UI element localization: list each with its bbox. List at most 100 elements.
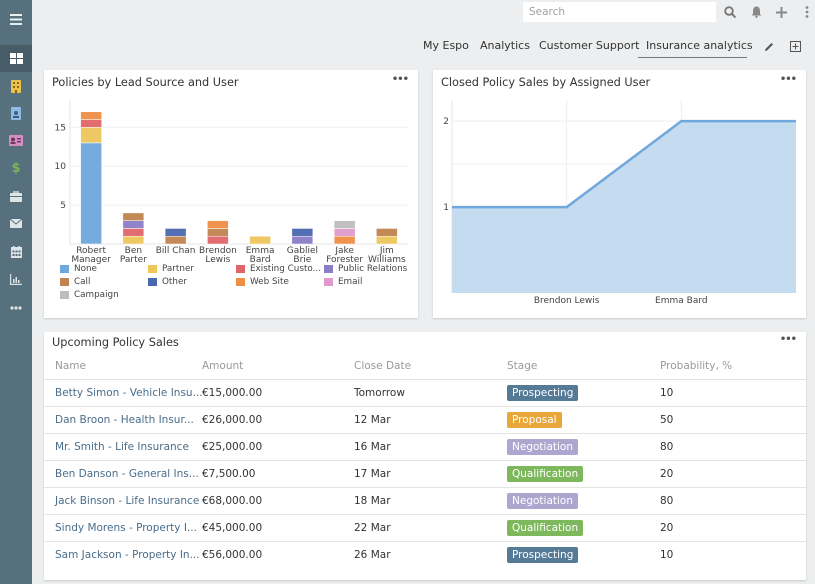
tab-customer-support[interactable]: Customer Support <box>539 39 639 52</box>
legend-item[interactable]: Web Site <box>236 277 289 287</box>
tab-analytics[interactable]: Analytics <box>480 39 530 52</box>
legend-label: None <box>74 264 97 274</box>
legend-label: Web Site <box>250 277 289 287</box>
menu-button[interactable] <box>802 3 812 21</box>
opportunity-name-link[interactable]: Betty Simon - Vehicle Insu... <box>44 378 202 406</box>
table-row: Betty Simon - Vehicle Insu... €15,000.00 T… <box>44 378 806 406</box>
y-tick-label: 2 <box>443 117 449 127</box>
legend-label: Other <box>162 277 187 287</box>
probability-cell: 10 <box>660 378 806 406</box>
calendar-icon <box>10 245 22 258</box>
tab-my-espo[interactable]: My Espo <box>423 39 469 52</box>
opportunity-name-link[interactable]: Mr. Smith - Life Insurance <box>44 432 202 460</box>
legend-item[interactable]: Campaign <box>60 290 119 300</box>
legend-item[interactable]: Other <box>148 277 187 287</box>
opportunities-table: Name Amount Close Date Stage Probability… <box>44 353 806 568</box>
bar-segment <box>376 235 398 245</box>
briefcase-icon <box>10 191 22 202</box>
legend-item[interactable]: Partner <box>148 264 194 274</box>
stage-badge: Negotiation <box>507 492 578 509</box>
bar-segment <box>291 228 314 237</box>
add-box-icon <box>789 40 801 52</box>
sidebar-item-contacts[interactable] <box>0 100 32 127</box>
column-header-name: Name <box>55 359 86 372</box>
bar-segment <box>122 220 145 229</box>
amount-cell: €56,000.00 <box>202 540 354 568</box>
bar-segment <box>207 228 229 237</box>
table-row: Mr. Smith - Life Insurance €25,000.00 16 M… <box>44 432 806 460</box>
search-input[interactable] <box>523 2 716 22</box>
sidebar-item-dashboard[interactable] <box>0 45 32 72</box>
stage-badge: Prospecting <box>507 546 579 563</box>
sidebar-toggle[interactable] <box>0 6 32 33</box>
opportunity-name-link[interactable]: Sindy Morens - Property I... <box>44 513 202 541</box>
bar-segment <box>80 127 102 144</box>
x-tick-label: Lewis <box>205 255 230 265</box>
legend-swatch <box>60 278 69 286</box>
stage-cell: Proposal <box>507 405 660 433</box>
column-header-amount: Amount <box>202 359 244 372</box>
sidebar-item-calendar[interactable] <box>0 238 32 265</box>
bar-segment <box>376 228 398 237</box>
probability-cell: 20 <box>660 513 806 541</box>
probability-cell: 80 <box>660 432 806 460</box>
bar-segment <box>164 228 187 237</box>
amount-cell: €45,000.00 <box>202 513 354 541</box>
tab-insurance-analytics[interactable]: Insurance analytics <box>646 39 753 52</box>
sidebar-item-leads[interactable] <box>0 127 32 154</box>
dashlet-upcoming-policy-sales: Upcoming Policy Sales ••• Name Amount Cl… <box>44 332 806 580</box>
legend-label: Campaign <box>74 290 119 300</box>
table-row: Ben Danson - General Ins... €7,500.00 17 M… <box>44 459 806 487</box>
notifications-button[interactable] <box>749 3 763 21</box>
stage-badge: Prospecting <box>507 384 579 401</box>
bar-segment <box>164 235 187 245</box>
opportunity-name-link[interactable]: Dan Broon - Health Insur... <box>44 405 202 433</box>
legend-swatch <box>324 265 333 273</box>
amount-cell: €7,500.00 <box>202 459 354 487</box>
probability-cell: 50 <box>660 405 806 433</box>
opportunity-name-link[interactable]: Sam Jackson - Property In... <box>44 540 202 568</box>
search-button[interactable] <box>722 3 738 21</box>
opportunity-name-link[interactable]: Jack Binson - Life Insurance <box>44 486 202 514</box>
stage-cell: Prospecting <box>507 378 660 406</box>
opportunity-name-link[interactable]: Ben Danson - General Ins... <box>44 459 202 487</box>
y-tick-label: 10 <box>55 162 67 172</box>
dashlet-closed-policy-sales: Closed Policy Sales by Assigned User •••… <box>433 70 806 318</box>
sidebar-item-cases[interactable] <box>0 183 32 210</box>
legend-swatch <box>236 265 245 273</box>
legend-item[interactable]: Email <box>324 277 362 287</box>
bar-chart: 51015RobertManagerBenParterBill Chan Bren… <box>55 100 408 265</box>
y-tick-label: 1 <box>443 203 449 213</box>
pencil-icon <box>765 43 773 51</box>
accounts-icon <box>11 80 21 93</box>
dashlet-menu-button[interactable]: ••• <box>780 334 797 345</box>
add-dashlet-button[interactable] <box>788 37 802 55</box>
stage-badge: Qualification <box>507 519 584 536</box>
sidebar-item-reports[interactable] <box>0 266 32 293</box>
stage-badge: Proposal <box>507 411 562 428</box>
probability-cell: 80 <box>660 486 806 514</box>
sidebar-item-accounts[interactable] <box>0 73 32 100</box>
legend-label: Partner <box>162 264 194 274</box>
stage-cell: Prospecting <box>507 540 660 568</box>
stage-cell: Qualification <box>507 459 660 487</box>
legend-item[interactable]: None <box>60 264 97 274</box>
legend-item[interactable]: Call <box>60 277 90 287</box>
sidebar-item-opportunities[interactable]: $ <box>0 155 32 182</box>
dashboard-icon <box>9 53 23 64</box>
legend-swatch <box>60 265 69 273</box>
legend-item[interactable]: Existing Custo... <box>236 264 321 274</box>
sidebar-item-email[interactable] <box>0 210 32 237</box>
edit-dashboard-button[interactable] <box>762 38 776 56</box>
table-row: Dan Broon - Health Insur... €26,000.00 12 … <box>44 405 806 433</box>
close-date-cell: 12 Mar <box>354 405 507 433</box>
kebab-icon <box>805 6 809 18</box>
stage-badge: Qualification <box>507 465 584 482</box>
x-tick-label: Emma Bard <box>655 296 708 306</box>
amount-cell: €25,000.00 <box>202 432 354 460</box>
legend-label: Email <box>338 277 363 287</box>
legend-item[interactable]: Public Relations <box>324 264 407 274</box>
close-date-cell: 18 Mar <box>354 486 507 514</box>
quick-create-button[interactable] <box>774 3 788 21</box>
sidebar-item-more[interactable] <box>0 294 32 321</box>
